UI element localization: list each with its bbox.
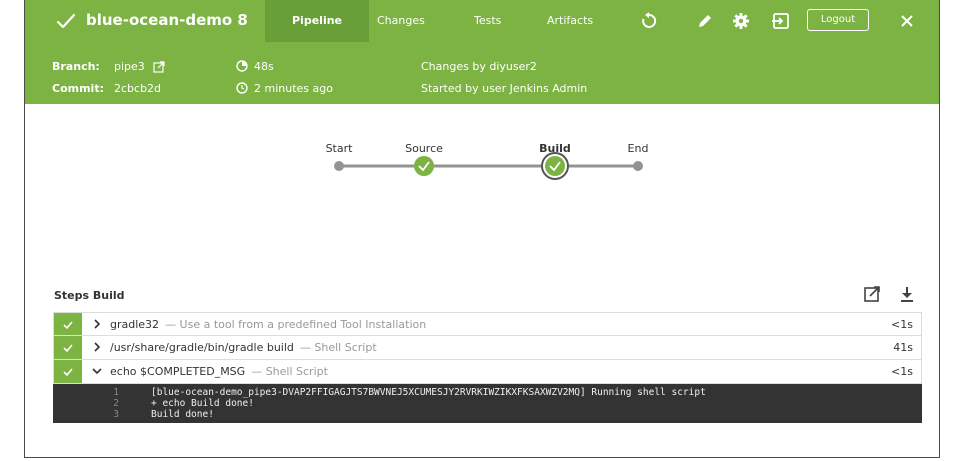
gear-icon[interactable] [731,11,751,31]
log-line-number: 2 [113,398,119,409]
step-name: /usr/share/gradle/bin/gradle build — Shel… [110,341,377,354]
step-row[interactable]: /usr/share/gradle/bin/gradle build — Shel… [53,336,922,360]
tab-changes[interactable]: Changes [377,14,425,27]
step-title: /usr/share/gradle/bin/gradle build [110,341,294,354]
started-by: Started by user Jenkins Admin [421,82,588,95]
run-title: blue-ocean-demo 8 [86,11,248,29]
step-duration: <1s [891,318,913,331]
log-line-text: Build done! [151,409,214,420]
nav-row: blue-ocean-demo 8 Pipeline Changes Tests… [25,0,939,42]
log-line-text: + echo Build done! [151,398,254,409]
check-icon [63,344,73,353]
log-line-text: [blue-ocean-demo_pipe3-DVAP2FFIGAGJTS7BW… [151,387,706,398]
time-ago: 2 minutes ago [254,82,333,95]
branch-value[interactable]: pipe3 [114,60,145,73]
step-name: gradle32 — Use a tool from a predefined T… [110,318,426,331]
step-success-status [54,313,82,335]
check-icon [56,13,76,29]
logout-button[interactable]: Logout [807,9,869,31]
step-name: echo $COMPLETED_MSG — Shell Script [110,365,328,378]
log-line-number: 1 [113,387,119,398]
log-output: 1 [blue-ocean-demo_pipe3-DVAP2FFIGAGJTS7… [53,384,922,423]
branch-label: Branch: [52,60,100,73]
stage-node-build[interactable] [541,152,569,180]
open-in-new-icon[interactable] [863,285,881,303]
step-description: — Shell Script [251,365,328,378]
check-icon [63,368,73,377]
log-line-number: 3 [113,409,119,420]
pipeline-graph: Start Source Build End [25,104,939,284]
chevron-right-icon[interactable] [92,341,102,353]
step-duration: <1s [891,365,913,378]
step-row[interactable]: gradle32 — Use a tool from a predefined T… [53,312,922,336]
log-line: 3 Build done! [53,409,922,420]
tab-pipeline-label: Pipeline [292,14,342,27]
step-description: — Shell Script [299,341,377,354]
edit-icon[interactable] [695,11,715,31]
app-frame: blue-ocean-demo 8 Pipeline Changes Tests… [24,0,940,458]
run-header: blue-ocean-demo 8 Pipeline Changes Tests… [25,0,939,104]
clock-icon [236,82,248,94]
stage-node-start [334,161,344,171]
log-line: 1 [blue-ocean-demo_pipe3-DVAP2FFIGAGJTS7… [53,387,922,398]
steps-list: gradle32 — Use a tool from a predefined T… [53,312,922,423]
commit-value: 2cbcb2d [114,82,162,95]
tab-pipeline[interactable]: Pipeline [265,0,369,42]
exit-icon[interactable] [771,11,791,31]
step-duration: 41s [893,341,913,354]
tab-artifacts[interactable]: Artifacts [547,14,593,27]
replay-icon[interactable] [639,11,659,31]
step-title: gradle32 [110,318,160,331]
log-line: 2 + echo Build done! [53,398,922,409]
tab-tests[interactable]: Tests [474,14,501,27]
stage-node-end [633,161,643,171]
duration-value: 48s [254,60,274,73]
duration-icon [236,60,248,72]
external-link-icon[interactable] [153,61,165,73]
close-icon[interactable] [897,11,917,31]
changes-by: Changes by diyuser2 [421,60,537,73]
pipeline-connectors [334,152,643,180]
stage-node-source[interactable] [414,156,434,176]
step-row-expanded[interactable]: echo $COMPLETED_MSG — Shell Script <1s [53,360,922,384]
check-icon [63,321,73,330]
step-success-status [54,336,82,359]
chevron-down-icon[interactable] [92,365,102,377]
step-success-status [54,360,82,383]
download-icon[interactable] [898,285,916,303]
chevron-right-icon[interactable] [92,318,102,330]
step-title: echo $COMPLETED_MSG [110,365,246,378]
step-description: — Use a tool from a predefined Tool Inst… [165,318,427,331]
commit-label: Commit: [52,82,104,95]
run-info: Branch: pipe3 Commit: 2cbcb2d 48s 2 minu… [25,60,939,104]
steps-title: Steps Build [54,289,125,302]
